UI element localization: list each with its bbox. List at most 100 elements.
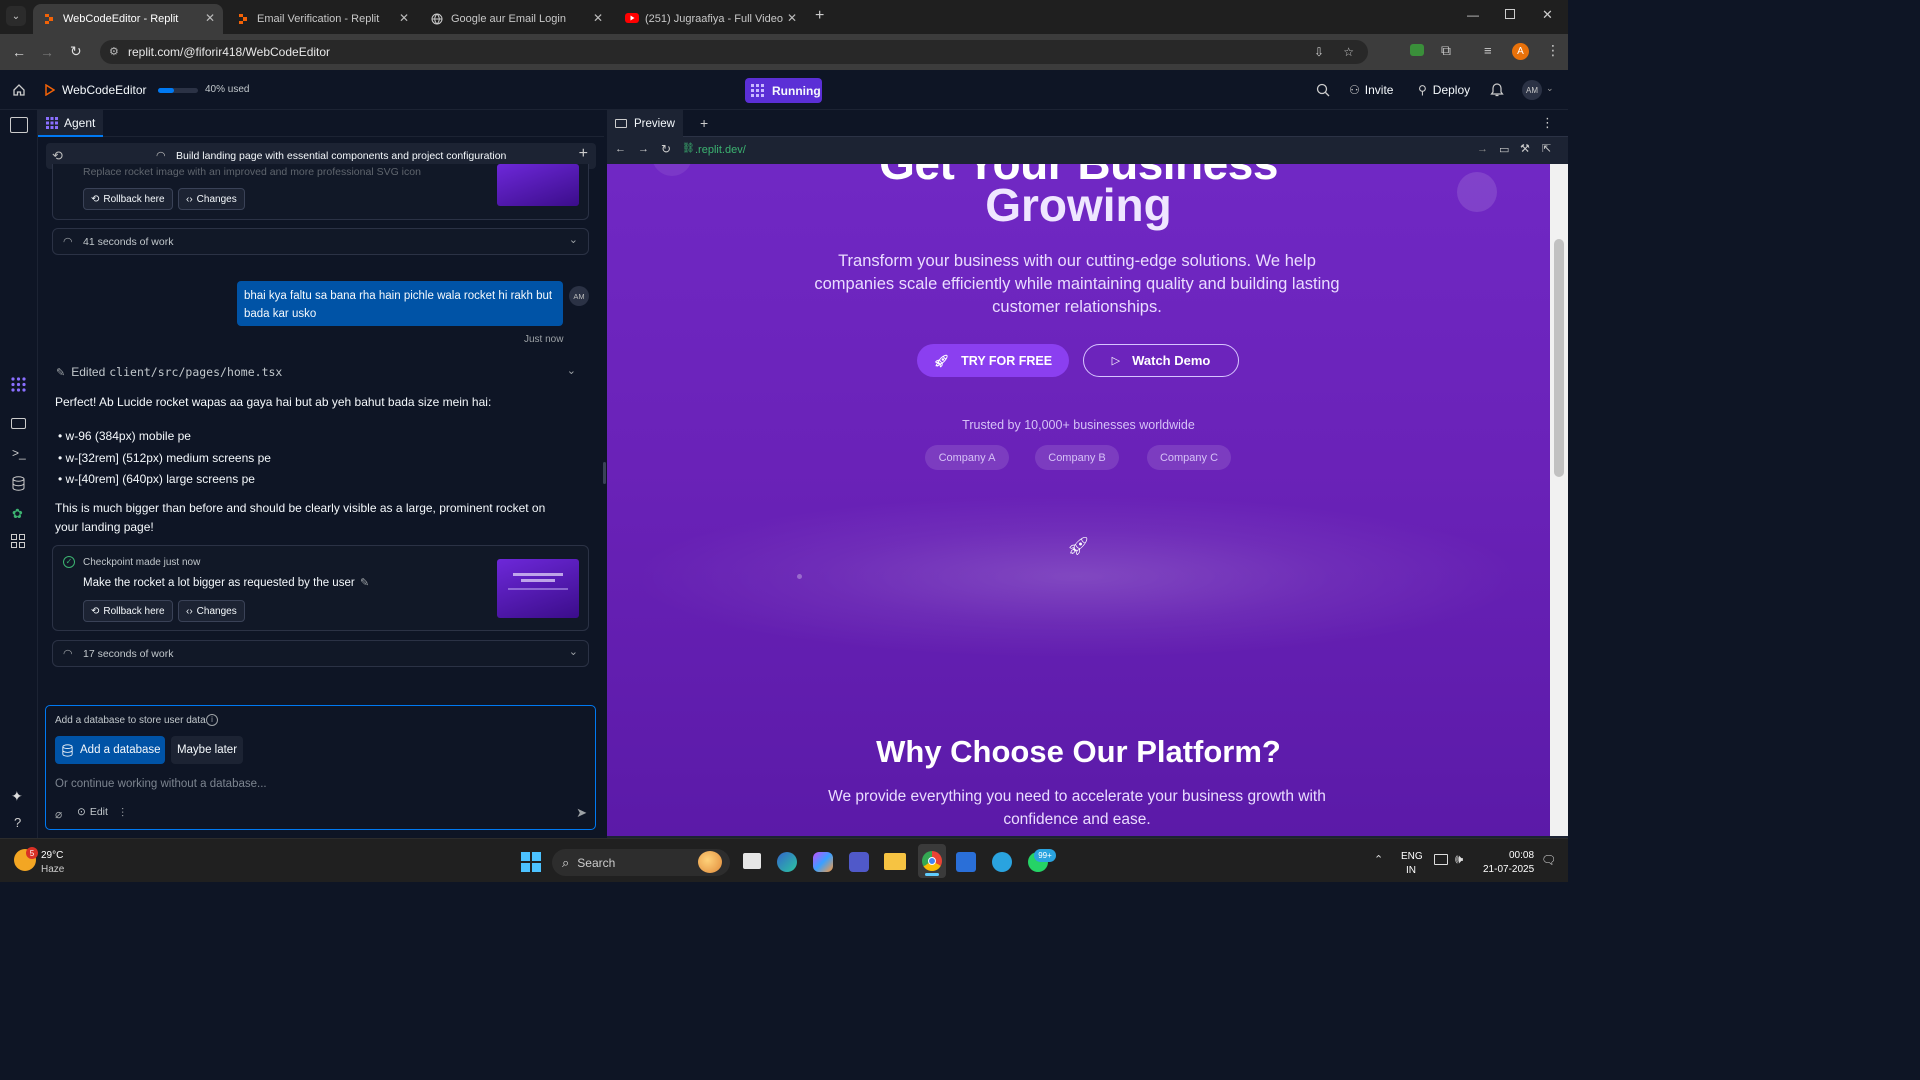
invite-button[interactable]: ⚇ Invite [1341, 78, 1401, 102]
device-icon[interactable]: ▭ [1499, 143, 1509, 156]
history-icon[interactable]: ⟲ [52, 148, 63, 164]
browser-tab-google-login[interactable]: Google aur Email Login ✕ [421, 4, 611, 34]
agent-text-input[interactable]: Or continue working without a database..… [55, 778, 267, 790]
new-chat-icon[interactable]: + [579, 145, 588, 163]
maybe-later-button[interactable]: Maybe later [171, 736, 243, 764]
help-icon[interactable]: ? [14, 815, 21, 830]
pencil-icon[interactable]: ✎ [360, 576, 369, 589]
new-tab-icon[interactable]: + [815, 7, 824, 25]
checkpoint-thumbnail[interactable] [497, 559, 579, 618]
reading-list-icon[interactable]: ≡ [1484, 43, 1492, 58]
copilot-icon[interactable] [813, 852, 833, 872]
language-region[interactable]: IN [1406, 865, 1416, 876]
settings-sliders-icon[interactable]: ⫶ [121, 806, 124, 821]
panel-resize-handle[interactable] [603, 462, 606, 484]
try-for-free-button[interactable]: 🚀︎ TRY FOR FREE [917, 344, 1069, 377]
run-icon[interactable] [45, 84, 55, 96]
file-tree-icon[interactable] [10, 117, 28, 133]
all-tools-icon[interactable] [11, 534, 25, 548]
preview-scrollbar[interactable] [1550, 164, 1568, 836]
watch-demo-button[interactable]: ▷ Watch Demo [1083, 344, 1239, 377]
browser-tab-youtube[interactable]: (251) Jugraafiya - Full Video | S ✕ [615, 4, 805, 34]
close-tab-icon[interactable]: ✕ [205, 11, 215, 25]
taskbar-search[interactable]: ⌕ Search [552, 849, 730, 876]
close-tab-icon[interactable]: ✕ [399, 11, 409, 25]
notifications-bell-icon[interactable] [1490, 82, 1504, 97]
preview-monitor-icon[interactable] [11, 418, 26, 429]
tab-preview[interactable]: Preview [607, 110, 683, 137]
browser-tab-webcodeeditor[interactable]: WebCodeEditor - Replit ✕ [33, 4, 223, 34]
chevron-down-icon[interactable]: ⌄ [569, 233, 578, 246]
send-icon[interactable]: ➤ [576, 805, 587, 821]
address-bar[interactable]: ⚙ replit.com/@fiforir418/WebCodeEditor ⇩… [100, 40, 1368, 64]
tab-agent[interactable]: Agent [38, 110, 104, 137]
agent-grid-icon[interactable] [11, 377, 26, 392]
restore-icon[interactable] [1505, 9, 1515, 19]
close-tab-icon[interactable]: ✕ [593, 11, 603, 25]
devtools-wrench-icon[interactable]: ⚒ [1520, 142, 1530, 155]
close-window-icon[interactable]: ✕ [1542, 7, 1553, 23]
changes-button[interactable]: ‹› Changes [178, 600, 245, 622]
project-name[interactable]: WebCodeEditor [62, 83, 147, 97]
search-icon[interactable] [1316, 83, 1330, 97]
open-new-window-icon[interactable]: ⇱ [1542, 142, 1551, 155]
store-icon[interactable] [956, 852, 976, 872]
forward-icon[interactable]: → [40, 44, 54, 60]
chevron-down-icon[interactable]: ⌄ [567, 364, 576, 377]
minimize-icon[interactable]: — [1467, 8, 1479, 22]
close-tab-icon[interactable]: ✕ [787, 11, 797, 25]
chevron-down-icon[interactable]: ⌄ [569, 645, 578, 658]
preview-url[interactable]: .replit.dev/ [695, 144, 746, 156]
attach-icon[interactable]: ⌀ [55, 807, 62, 821]
chevron-down-icon[interactable]: ⌄ [1546, 83, 1554, 94]
clock-date[interactable]: 21-07-2025 [1483, 864, 1534, 875]
preview-reload-icon[interactable]: ↻ [661, 142, 671, 156]
user-avatar[interactable]: AM [1522, 80, 1542, 100]
browser-tab-email-verification[interactable]: Email Verification - Replit ✕ [227, 4, 417, 34]
edge-icon[interactable] [777, 852, 797, 872]
database-icon[interactable] [12, 476, 25, 491]
puzzle-extensions-icon[interactable]: ⧉ [1441, 42, 1451, 59]
edit-mode-button[interactable]: ⊙ Edit [77, 806, 108, 818]
network-icon[interactable] [1434, 854, 1448, 865]
work-summary-2[interactable]: ◠ 17 seconds of work ⌄ [52, 640, 589, 667]
tray-chevron-up-icon[interactable]: ⌃ [1374, 853, 1383, 866]
checkpoint-thumbnail[interactable] [497, 164, 579, 206]
home-icon[interactable] [12, 83, 26, 97]
preview-forward-icon[interactable]: → [638, 143, 649, 155]
task-view-icon[interactable] [743, 853, 761, 869]
site-info-icon[interactable]: ⚙ [109, 40, 119, 64]
edited-file-row[interactable]: ✎ Edited client/src/pages/home.tsx ⌄ [56, 363, 588, 381]
deploy-button[interactable]: ⚲ Deploy [1410, 78, 1478, 102]
running-button[interactable]: Running [745, 78, 822, 103]
secrets-icon[interactable]: ✿ [12, 506, 23, 522]
install-app-icon[interactable]: ⇩ [1314, 40, 1324, 64]
work-summary-1[interactable]: ◠ 41 seconds of work ⌄ [52, 228, 589, 255]
extension-icon[interactable] [1410, 44, 1424, 56]
volume-icon[interactable]: 🕪︎ [1455, 851, 1463, 867]
shell-icon[interactable]: >_ [12, 446, 26, 460]
reload-icon[interactable]: ↻ [70, 43, 82, 60]
telegram-icon[interactable] [992, 852, 1012, 872]
file-explorer-icon[interactable] [884, 853, 906, 870]
back-icon[interactable]: ← [12, 44, 26, 60]
notification-center-icon[interactable]: 🗨︎ [1541, 853, 1556, 867]
clock-time[interactable]: 00:08 [1509, 850, 1534, 861]
more-options-icon[interactable]: ⋮ [1541, 115, 1554, 131]
sparkle-icon[interactable]: ✦ [11, 788, 23, 805]
teams-icon[interactable] [849, 852, 869, 872]
tab-search-icon[interactable]: ⌄ [6, 6, 26, 26]
profile-avatar[interactable]: A [1512, 43, 1529, 60]
bookmark-star-icon[interactable]: ☆ [1343, 40, 1354, 64]
changes-button[interactable]: ‹› Changes [178, 188, 245, 210]
add-tab-icon[interactable]: + [700, 115, 708, 131]
scrollbar-thumb[interactable] [1554, 239, 1564, 477]
rollback-button[interactable]: ⟲ Rollback here [83, 188, 173, 210]
windows-start-icon[interactable] [521, 852, 541, 872]
add-database-button[interactable]: Add a database [55, 736, 165, 764]
language-code[interactable]: ENG [1401, 851, 1423, 862]
go-icon[interactable]: → [1477, 143, 1488, 155]
rollback-button[interactable]: ⟲ Rollback here [83, 600, 173, 622]
info-icon[interactable]: i [206, 714, 218, 726]
chrome-menu-icon[interactable]: ⋮ [1546, 42, 1560, 59]
